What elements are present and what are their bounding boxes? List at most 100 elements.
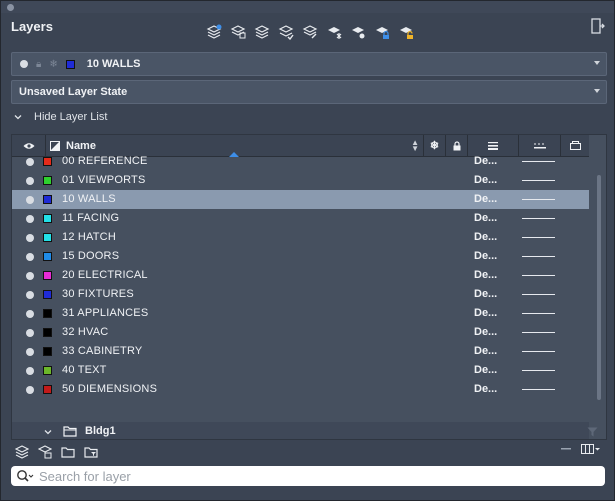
chevron-down-icon [14, 115, 22, 120]
layer-linetype[interactable] [522, 180, 555, 181]
visibility-on-icon[interactable] [26, 234, 34, 242]
visibility-on-icon[interactable] [26, 158, 34, 166]
layer-lineweight[interactable]: De... [474, 155, 497, 167]
current-layer-color-swatch [65, 59, 75, 69]
set-current-button[interactable] [276, 22, 295, 41]
search-input[interactable] [39, 468, 579, 484]
layer-row-selected[interactable]: 10 WALLS De... [12, 190, 589, 209]
isolate-layer-button[interactable] [348, 22, 367, 41]
layer-color-swatch[interactable] [43, 309, 52, 318]
close-dot-icon[interactable] [7, 4, 14, 11]
layer-lineweight[interactable]: De... [474, 364, 497, 376]
layer-linetype[interactable] [522, 218, 555, 219]
layer-color-swatch[interactable] [43, 157, 52, 166]
new-property-filter-button[interactable] [34, 443, 56, 461]
layer-row[interactable]: 11 FACING De... [12, 209, 589, 228]
visibility-on-icon[interactable] [26, 329, 34, 337]
layer-color-swatch[interactable] [43, 290, 52, 299]
layer-color-swatch[interactable] [43, 271, 52, 280]
layer-color-swatch[interactable] [43, 328, 52, 337]
columns-menu-icon[interactable] [581, 444, 601, 454]
layer-row[interactable]: 32 HVAC De... [12, 323, 589, 342]
visibility-on-icon[interactable] [26, 386, 34, 394]
new-group-folder-button[interactable] [57, 443, 79, 461]
layer-row[interactable]: 20 ELECTRICAL De... [12, 266, 589, 285]
layer-color-swatch[interactable] [43, 176, 52, 185]
layer-color-swatch[interactable] [43, 233, 52, 242]
search-bar[interactable] [11, 466, 605, 486]
layer-color-swatch[interactable] [43, 347, 52, 356]
layer-lineweight[interactable]: De... [474, 193, 497, 205]
layer-lineweight[interactable]: De... [474, 383, 497, 395]
layer-lineweight[interactable]: De... [474, 307, 497, 319]
layer-linetype[interactable] [522, 351, 555, 352]
layer-color-swatch[interactable] [43, 252, 52, 261]
layer-linetype[interactable] [522, 332, 555, 333]
layer-linetype[interactable] [522, 313, 555, 314]
layer-lineweight[interactable]: De... [474, 326, 497, 338]
lineweight-icon [488, 141, 498, 150]
layer-linetype[interactable] [522, 389, 555, 390]
layer-state-dropdown[interactable]: Unsaved Layer State [11, 80, 607, 104]
layer-row[interactable]: 31 APPLIANCES De... [12, 304, 589, 323]
layer-color-swatch[interactable] [43, 214, 52, 223]
layer-linetype[interactable] [522, 199, 555, 200]
layer-linetype[interactable] [522, 237, 555, 238]
layer-row[interactable]: 15 DOORS De... [12, 247, 589, 266]
layer-lineweight[interactable]: De... [474, 250, 497, 262]
unlock-layer-button[interactable] [396, 22, 415, 41]
lock-layer-button[interactable] [372, 22, 391, 41]
visibility-on-icon[interactable] [26, 348, 34, 356]
layer-properties-button[interactable] [300, 22, 319, 41]
layer-color-swatch[interactable] [43, 366, 52, 375]
visibility-on-icon[interactable] [26, 272, 34, 280]
layer-row[interactable]: 50 DIEMENSIONS De... [12, 380, 589, 399]
layer-linetype[interactable] [522, 370, 555, 371]
filter-icon[interactable] [587, 427, 598, 437]
layer-linetype[interactable] [522, 275, 555, 276]
layer-lineweight[interactable]: De... [474, 345, 497, 357]
layer-color-swatch[interactable] [43, 385, 52, 394]
new-filter-folder-button[interactable] [80, 443, 102, 461]
new-layer-group-button[interactable] [11, 443, 33, 461]
layer-lineweight[interactable]: De... [474, 212, 497, 224]
layer-row[interactable]: 01 VIEWPORTS De... [12, 171, 589, 190]
layer-row[interactable]: 00 REFERENCE De... [12, 152, 589, 171]
visibility-on-icon[interactable] [26, 367, 34, 375]
layer-lineweight[interactable]: De... [474, 231, 497, 243]
layer-row[interactable]: 40 TEXT De... [12, 361, 589, 380]
layer-linetype[interactable] [522, 294, 555, 295]
visibility-on-icon[interactable] [26, 196, 34, 204]
visibility-on-icon[interactable] [26, 215, 34, 223]
delete-layer-button[interactable] [252, 22, 271, 41]
layer-group-row[interactable]: Bldg1 [12, 422, 589, 439]
chevron-down-icon[interactable] [44, 428, 52, 436]
visibility-on-icon[interactable] [26, 310, 34, 318]
freeze-layer-button[interactable] [324, 22, 343, 41]
visibility-on-icon[interactable] [26, 253, 34, 261]
layer-name: 33 CABINETRY [62, 345, 143, 357]
layer-color-swatch[interactable] [43, 195, 52, 204]
layer-row[interactable]: 30 FIXTURES De... [12, 285, 589, 304]
new-layer-vp-frozen-button[interactable] [228, 22, 247, 41]
layer-linetype[interactable] [522, 256, 555, 257]
layer-row[interactable]: 12 HATCH De... [12, 228, 589, 247]
collapse-icon[interactable] [561, 448, 571, 450]
layer-row[interactable]: 33 CABINETRY De... [12, 342, 589, 361]
panel-titlebar[interactable] [1, 1, 614, 13]
visibility-on-icon[interactable] [26, 291, 34, 299]
dock-panel-icon[interactable] [591, 18, 605, 34]
layer-lineweight[interactable]: De... [474, 269, 497, 281]
delete-layer-icon [254, 24, 269, 39]
hide-layer-list-toggle[interactable]: Hide Layer List [14, 111, 107, 123]
current-layer-dropdown[interactable]: 🔒︎ ❄ 10 WALLS [11, 52, 607, 76]
new-layer-button[interactable] [204, 22, 223, 41]
layer-lineweight[interactable]: De... [474, 288, 497, 300]
layer-state-value: Unsaved Layer State [19, 86, 128, 98]
visibility-on-icon[interactable] [26, 177, 34, 185]
isolate-layer-icon [351, 26, 364, 38]
layer-list-scrollbar[interactable] [597, 175, 601, 400]
layer-linetype[interactable] [522, 161, 555, 162]
layer-name: 12 HATCH [62, 231, 116, 243]
layer-lineweight[interactable]: De... [474, 174, 497, 186]
